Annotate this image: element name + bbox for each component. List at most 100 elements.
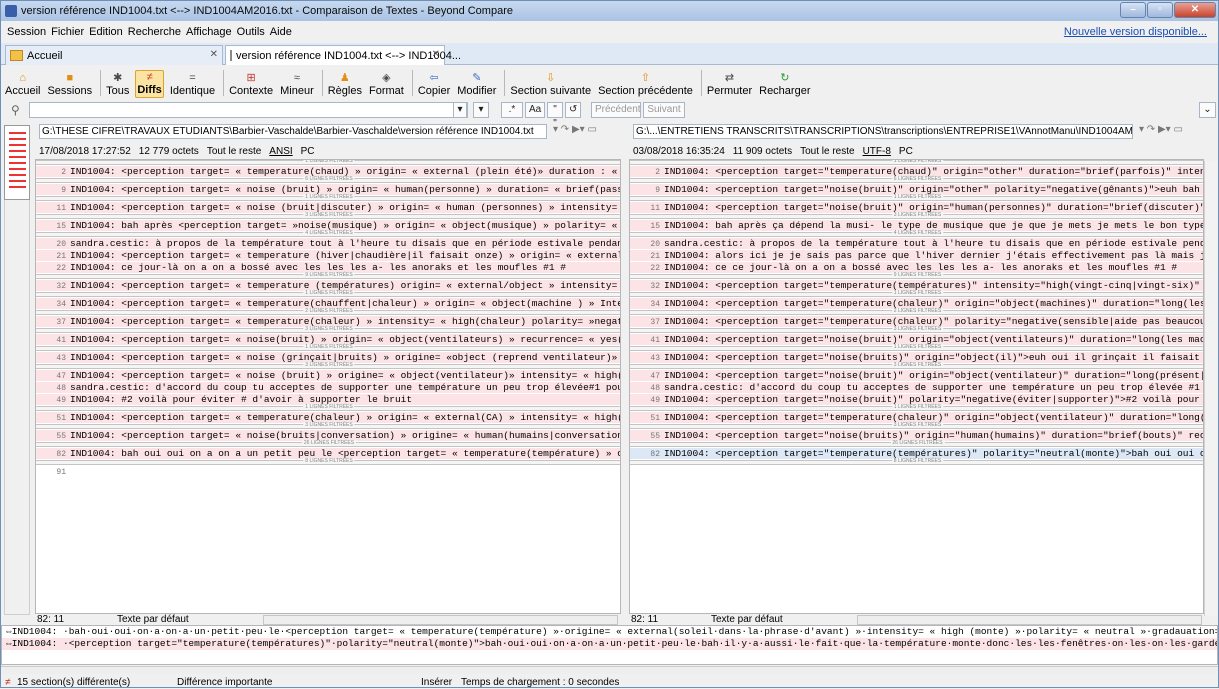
right-path-input[interactable]: G:\...\ENTRETIENS TRANSCRITS\TRANSCRIPTI… — [633, 124, 1133, 139]
show-diffs-button[interactable]: ≠ Diffs — [135, 70, 164, 98]
filtered-lines-separator[interactable]: 9 LIGNES FILTRÉES — [36, 272, 620, 279]
line-number: 47 — [650, 372, 660, 381]
diff-line[interactable]: 48 sandra.cestic: d'accord du coup tu acc… — [630, 382, 1203, 393]
tab-close-icon[interactable]: ✕ — [210, 49, 218, 60]
filtered-lines-separator[interactable]: 1 LIGNES FILTRÉES — [36, 344, 620, 351]
left-lineend[interactable]: PC — [301, 146, 315, 157]
line-number: 55 — [56, 432, 66, 441]
filtered-lines-separator[interactable]: 1 LIGNES FILTRÉES — [630, 160, 1203, 165]
filter-input[interactable] — [29, 102, 468, 118]
filtered-lines-separator[interactable]: 3 LIGNES FILTRÉES — [630, 326, 1203, 333]
vertical-scrollbar[interactable] — [1204, 161, 1217, 616]
filtered-lines-separator[interactable]: 3 LIGNES FILTRÉES — [630, 422, 1203, 429]
refresh-filter-icon[interactable]: ↺ — [565, 102, 581, 118]
rules-button[interactable]: ♟ Règles — [327, 72, 363, 98]
diff-line[interactable]: 91 — [36, 466, 620, 477]
filtered-lines-separator[interactable]: 1 LIGNES FILTRÉES — [36, 160, 620, 165]
diff-line[interactable]: 47 IND1004: <perception target= « noise (… — [36, 370, 620, 381]
filtered-lines-separator[interactable]: 1 LIGNES FILTRÉES — [630, 194, 1203, 201]
filtered-lines-separator[interactable]: 6 LIGNES FILTRÉES — [36, 176, 620, 183]
line-detail-pane[interactable]: ⇔IND1004: ·bah·oui·oui·on·a·on·a·un·peti… — [1, 625, 1218, 665]
next-section-button[interactable]: ⇩ Section suivante — [509, 72, 592, 98]
expand-icon[interactable]: ⌄ — [1199, 102, 1216, 118]
left-encoding-dropdown[interactable]: ANSI — [269, 146, 292, 157]
filtered-lines-separator[interactable]: 6 LIGNES FILTRÉES — [630, 176, 1203, 183]
swap-button[interactable]: ⇄ Permuter — [706, 72, 753, 98]
right-horizontal-scrollbar[interactable] — [857, 615, 1202, 625]
filtered-lines-separator[interactable]: 3 LIGNES FILTRÉES — [36, 422, 620, 429]
match-case-button[interactable]: Aa — [525, 102, 545, 118]
left-path-input[interactable]: G:\THESE CIFRE\TRAVAUX ETUDIANTS\Barbier… — [39, 124, 547, 139]
maximize-button[interactable]: ▫ — [1147, 2, 1173, 18]
show-same-button[interactable]: = Identique — [169, 72, 216, 98]
filtered-lines-separator[interactable]: 3 LIGNES FILTRÉES — [36, 326, 620, 333]
home-button[interactable]: ⌂ Accueil — [4, 72, 41, 98]
filtered-lines-separator[interactable]: 1 LIGNES FILTRÉES — [630, 344, 1203, 351]
filtered-lines-separator[interactable]: 1 LIGNES FILTRÉES — [630, 290, 1203, 297]
overview-thumbnail[interactable] — [4, 125, 30, 200]
tab-comparison[interactable]: version référence IND1004.txt <--> IND10… — [225, 45, 461, 65]
filter-dropdown-icon[interactable]: ▾ — [453, 102, 467, 118]
filtered-lines-separator[interactable]: 4 LIGNES FILTRÉES — [630, 230, 1203, 237]
diff-line[interactable] — [630, 466, 1203, 477]
menu-recherche[interactable]: Recherche — [128, 26, 181, 38]
filtered-lines-separator[interactable]: 3 LIGNES FILTRÉES — [630, 212, 1203, 219]
filtered-lines-separator[interactable]: 1 LIGNES FILTRÉES — [36, 290, 620, 297]
menu-aide[interactable]: Aide — [270, 26, 292, 38]
filtered-lines-separator[interactable]: 1 LIGNES FILTRÉES — [630, 404, 1203, 411]
left-path-tools-icon[interactable]: ▾ ↷ ▶▾ ▭ — [553, 124, 597, 135]
prev-section-button[interactable]: ⇧ Section précédente — [597, 72, 694, 98]
filtered-lines-separator[interactable]: 4 LIGNES FILTRÉES — [36, 230, 620, 237]
filtered-lines-separator[interactable]: 2 LIGNES FILTRÉES — [630, 308, 1203, 315]
filtered-lines-separator[interactable]: 3 LIGNES FILTRÉES — [36, 212, 620, 219]
menu-affichage[interactable]: Affichage — [186, 26, 232, 38]
diff-line[interactable]: 20 sandra.cestic: à propos de la températ… — [36, 238, 620, 249]
menu-outils[interactable]: Outils — [237, 26, 265, 38]
show-all-button[interactable]: ✱ Tous — [105, 72, 130, 98]
filtered-lines-separator[interactable]: 26 LIGNES FILTRÉES — [36, 440, 620, 447]
filtered-lines-separator[interactable]: 8 LIGNES FILTRÉES — [630, 458, 1203, 465]
left-horizontal-scrollbar[interactable] — [263, 615, 618, 625]
filtered-lines-separator[interactable]: 3 LIGNES FILTRÉES — [630, 362, 1203, 369]
filtered-lines-separator[interactable]: 3 LIGNES FILTRÉES — [36, 362, 620, 369]
new-version-link[interactable]: Nouvelle version disponible... — [1064, 26, 1207, 38]
sessions-button[interactable]: ■ Sessions — [46, 72, 93, 98]
left-rest-dropdown[interactable]: Tout le reste — [207, 146, 261, 157]
right-lineend[interactable]: PC — [899, 146, 913, 157]
right-rest-dropdown[interactable]: Tout le reste — [800, 146, 854, 157]
filtered-lines-separator[interactable]: 8 LIGNES FILTRÉES — [36, 458, 620, 465]
menu-session[interactable]: Session — [7, 26, 46, 38]
detail-horizontal-scrollbar[interactable] — [1, 666, 1218, 674]
next-button[interactable]: Suivant — [643, 102, 685, 118]
minor-button[interactable]: ≈ Mineur — [279, 72, 315, 98]
edit-button[interactable]: ✎ Modifier — [456, 72, 497, 98]
right-code-view[interactable]: 1 LIGNES FILTRÉES 2 IND1004: <perception t… — [629, 159, 1204, 614]
copy-button[interactable]: ⇦ Copier — [417, 72, 451, 98]
filtered-lines-separator[interactable]: 9 LIGNES FILTRÉES — [630, 272, 1203, 279]
format-button[interactable]: ◈ Format — [368, 72, 405, 98]
menu-edition[interactable]: Edition — [89, 26, 123, 38]
whole-word-button[interactable]: " " — [547, 102, 563, 129]
diff-line[interactable]: 21 IND1004: <perception target= « tempera… — [36, 250, 620, 261]
diff-line[interactable]: 48 sandra.cestic: d'accord du coup tu acc… — [36, 382, 620, 393]
diff-line[interactable]: 47 IND1004: <perception target="noise(bru… — [630, 370, 1203, 381]
tab-accueil[interactable]: Accueil ✕ — [5, 45, 223, 65]
diff-line[interactable]: 20 sandra.cestic: à propos de la températ… — [630, 238, 1203, 249]
close-button[interactable]: ✕ — [1174, 2, 1216, 18]
filtered-lines-separator[interactable]: 1 LIGNES FILTRÉES — [36, 404, 620, 411]
menu-fichier[interactable]: Fichier — [51, 26, 84, 38]
filtered-lines-separator[interactable]: 26 LIGNES FILTRÉES — [630, 440, 1203, 447]
left-code-view[interactable]: 1 LIGNES FILTRÉES 2 IND1004: <perception t… — [35, 159, 621, 614]
minimize-button[interactable]: – — [1120, 2, 1146, 18]
right-encoding-dropdown[interactable]: UTF-8 — [863, 146, 891, 157]
context-button[interactable]: ⊞ Contexte — [228, 72, 274, 98]
filter-options-dropdown[interactable]: ▾ — [473, 102, 489, 118]
right-path-tools-icon[interactable]: ▾ ↷ ▶▾ ▭ — [1139, 124, 1183, 135]
reload-button[interactable]: ↻ Recharger — [758, 72, 811, 98]
previous-button[interactable]: Précédent — [591, 102, 641, 118]
filtered-lines-separator[interactable]: 1 LIGNES FILTRÉES — [36, 194, 620, 201]
regex-button[interactable]: .* — [501, 102, 523, 118]
filtered-lines-separator[interactable]: 2 LIGNES FILTRÉES — [36, 308, 620, 315]
diff-line[interactable]: 21 IND1004: alors ici je je sais pas parc… — [630, 250, 1203, 261]
tab-close-icon[interactable]: ✕ — [432, 49, 440, 60]
